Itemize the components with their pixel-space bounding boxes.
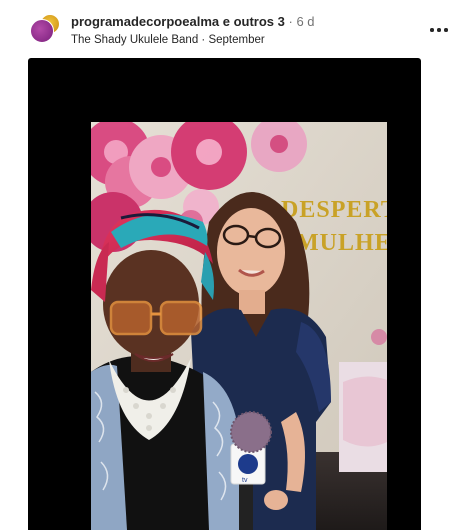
microphone-flag-label: tv bbox=[242, 477, 248, 484]
post-photo[interactable]: DESPERTE MULHER bbox=[91, 122, 387, 530]
post-header: programadecorpoealma e outros 3 · 6 d Th… bbox=[0, 0, 462, 56]
audio-separator-dot: · bbox=[201, 34, 206, 46]
separator-dot: · bbox=[288, 14, 293, 29]
author-line: programadecorpoealma e outros 3 · 6 d bbox=[71, 13, 401, 30]
wall-sign-line-1: DESPERTE bbox=[281, 197, 387, 223]
more-horizontal-icon-dot bbox=[444, 28, 448, 32]
photo-illustration: DESPERTE MULHER bbox=[91, 122, 387, 530]
woman-right-face bbox=[217, 208, 285, 296]
more-options-button[interactable] bbox=[428, 18, 450, 40]
audio-track-link[interactable]: The Shady Ukulele Band bbox=[71, 34, 198, 46]
post-media[interactable]: DESPERTE MULHER bbox=[28, 58, 421, 530]
post-age[interactable]: 6 d bbox=[296, 14, 314, 29]
wall-sign-line-2: MULHER bbox=[296, 230, 387, 256]
avatar-primary bbox=[30, 19, 54, 43]
author-username[interactable]: programadecorpoealma bbox=[71, 14, 219, 29]
post-header-text: programadecorpoealma e outros 3 · 6 d Th… bbox=[71, 13, 401, 47]
audio-line: The Shady Ukulele Band · September bbox=[71, 33, 401, 47]
instagram-post: programadecorpoealma e outros 3 · 6 d Th… bbox=[0, 0, 462, 530]
more-horizontal-icon bbox=[430, 28, 434, 32]
collaborators-link[interactable]: e outros 3 bbox=[223, 14, 285, 29]
post-date: September bbox=[208, 34, 265, 46]
more-horizontal-icon-dot bbox=[437, 28, 441, 32]
collab-avatar[interactable] bbox=[30, 14, 60, 44]
